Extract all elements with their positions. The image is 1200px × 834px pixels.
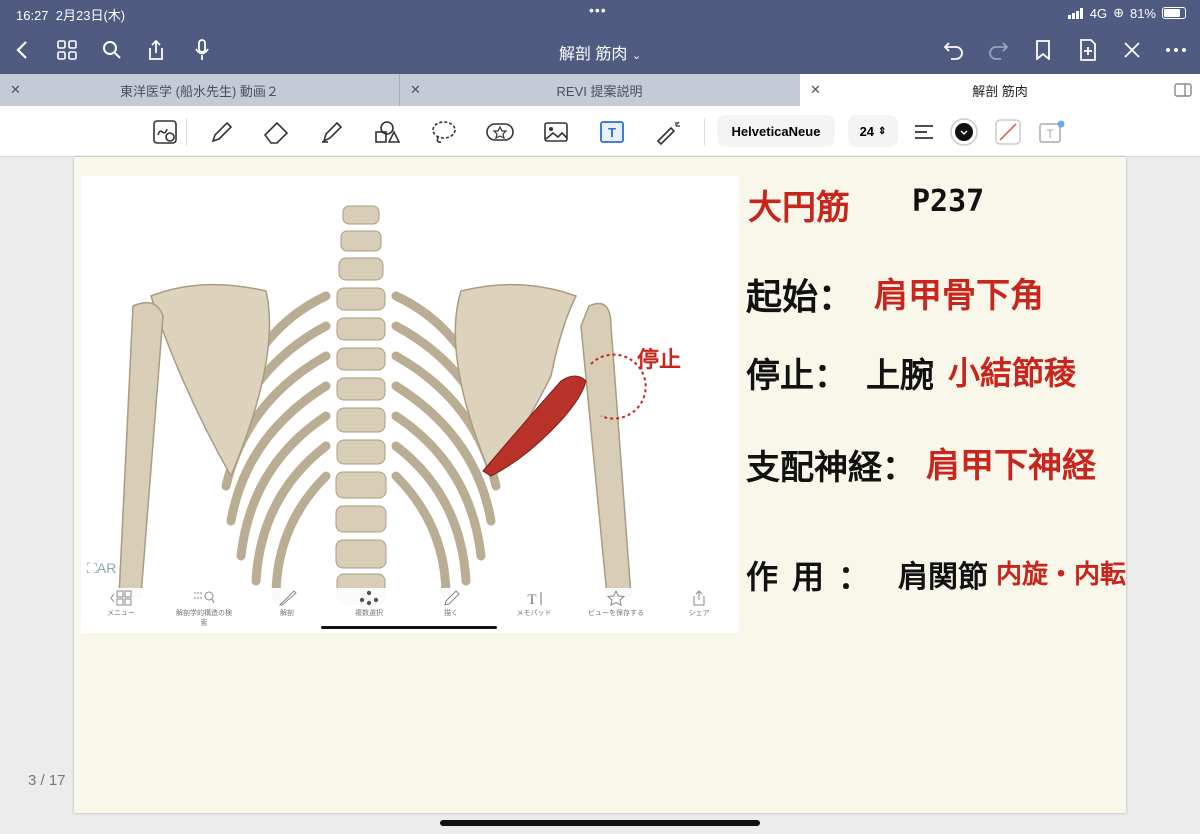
- font-size-value: 24: [859, 123, 875, 139]
- align-left-icon[interactable]: [908, 116, 940, 148]
- bookmark-icon[interactable]: [1031, 38, 1055, 62]
- tab-label: 解剖 筋肉: [972, 83, 1028, 99]
- search-list-icon: [194, 591, 215, 604]
- tools-collapse-icon[interactable]: [1120, 38, 1144, 62]
- network-label: 4G: [1089, 5, 1108, 21]
- close-icon[interactable]: ✕: [410, 82, 421, 98]
- status-bar: 16:27 2月23日(木) ••• 4G ⊕ 81%: [0, 0, 1200, 26]
- note-action-value: 内旋・内転: [996, 560, 1127, 590]
- anatomy-screenshot[interactable]: ↶ 表示 ↷ ‹ ↻ › ▣ ⚙ ⓘ ▦ 停止 ⛶AR メニュー 解剖学的構造の…: [81, 176, 739, 633]
- note-nerve-value: 肩甲下神経: [926, 446, 1096, 486]
- grid-icon: [110, 590, 132, 606]
- tab-item[interactable]: ✕ 東洋医学 (船水先生) 動画２: [0, 74, 399, 106]
- shapes-icon[interactable]: [371, 116, 403, 148]
- note-insertion-value: 小結節稜: [948, 354, 1077, 392]
- bottom-item-multiselect[interactable]: 複数選択: [339, 590, 399, 618]
- split-view-icon[interactable]: [1174, 83, 1192, 97]
- insertion-annotation: 停止: [637, 348, 682, 373]
- note-title: 大円筋: [748, 188, 850, 228]
- toolbar-divider: [186, 118, 187, 146]
- multitask-dots[interactable]: •••: [589, 2, 607, 18]
- svg-text:T: T: [1046, 127, 1054, 141]
- laser-pointer-icon[interactable]: [652, 116, 684, 148]
- image-icon[interactable]: [540, 116, 572, 148]
- note-action-label: 作用：: [746, 558, 885, 596]
- home-indicator: [440, 820, 760, 826]
- location-icon: ⊕: [1113, 5, 1124, 20]
- lasso-icon[interactable]: [428, 116, 460, 148]
- note-origin-value: 肩甲骨下角: [874, 276, 1044, 316]
- star-icon: [606, 590, 626, 606]
- tab-item-active[interactable]: ✕ 解剖 筋肉: [800, 74, 1200, 106]
- toolbar-divider: [704, 118, 705, 146]
- bottom-item-search[interactable]: 解剖学的構造の検索: [174, 590, 234, 628]
- sticker-icon[interactable]: [484, 116, 516, 148]
- bottom-item-dissect[interactable]: 解剖: [257, 590, 317, 618]
- status-time: 16:27 2月23日(木): [16, 8, 126, 23]
- tab-item[interactable]: ✕ REVI 提案説明: [400, 74, 799, 106]
- eraser-icon[interactable]: [260, 116, 292, 148]
- svg-text:T: T: [608, 125, 616, 140]
- nav-bar: 解剖 筋肉 ⌄: [0, 26, 1200, 74]
- close-icon[interactable]: ✕: [10, 82, 21, 98]
- zoom-window-icon[interactable]: [149, 116, 181, 148]
- bottom-item-save-view[interactable]: ビューを保存する: [586, 590, 646, 618]
- ar-icon: ⛶: [87, 560, 97, 576]
- highlighter-icon[interactable]: [316, 116, 348, 148]
- text-icon: T: [527, 592, 542, 606]
- chevron-down-icon: ⌄: [631, 50, 642, 62]
- redo-icon[interactable]: [986, 38, 1010, 62]
- tab-label: 東洋医学 (船水先生) 動画２: [120, 83, 279, 99]
- note-nerve-label: 支配神経：: [746, 448, 916, 488]
- undo-icon[interactable]: [942, 38, 966, 62]
- stepper-icon: ⇕: [878, 125, 887, 137]
- font-size-selector[interactable]: 24 ⇕: [848, 115, 898, 147]
- pen-icon[interactable]: [206, 116, 238, 148]
- ar-button[interactable]: ⛶AR: [87, 560, 116, 577]
- page-indicator: 3 / 17: [28, 772, 66, 789]
- add-page-icon[interactable]: [1076, 38, 1100, 62]
- font-selector[interactable]: HelveticaNeue: [717, 115, 835, 147]
- dots-icon: [359, 590, 379, 606]
- tab-bar: ✕ 東洋医学 (船水先生) 動画２ ✕ REVI 提案説明 ✕ 解剖 筋肉: [0, 74, 1200, 106]
- svg-text:T: T: [527, 592, 536, 606]
- note-page-ref: P237: [912, 184, 985, 219]
- battery-percent: 81%: [1129, 5, 1156, 21]
- pen-icon: [444, 590, 460, 606]
- bottom-item-draw[interactable]: 描く: [421, 590, 481, 618]
- tab-label: REVI 提案説明: [556, 83, 643, 99]
- skeleton-illustration: [81, 176, 739, 633]
- note-action-part: 肩関節: [898, 560, 988, 595]
- scalpel-icon: [278, 590, 297, 606]
- more-icon[interactable]: [1164, 38, 1188, 62]
- bottom-item-memo[interactable]: T メモパッド: [504, 590, 564, 618]
- document-title[interactable]: 解剖 筋肉 ⌄: [0, 40, 1200, 64]
- close-icon[interactable]: ✕: [810, 82, 821, 98]
- text-tool-icon[interactable]: T: [596, 116, 628, 148]
- note-origin-label: 起始：: [746, 277, 855, 318]
- bottom-item-menu[interactable]: メニュー: [91, 590, 151, 618]
- text-color-swatch[interactable]: [948, 116, 980, 148]
- note-insertion-part: 上腕: [866, 356, 934, 396]
- note-insertion-label: 停止：: [746, 356, 848, 396]
- battery-icon: [1162, 7, 1186, 19]
- home-indicator-embedded: [321, 626, 497, 629]
- share-icon: [693, 590, 705, 606]
- tool-bar: T HelveticaNeue 24 ⇕ T: [0, 106, 1200, 157]
- fill-color-swatch[interactable]: [992, 116, 1024, 148]
- signal-icon: [1067, 7, 1083, 19]
- text-style-icon[interactable]: T: [1036, 116, 1068, 148]
- bottom-item-share[interactable]: シェア: [669, 590, 729, 618]
